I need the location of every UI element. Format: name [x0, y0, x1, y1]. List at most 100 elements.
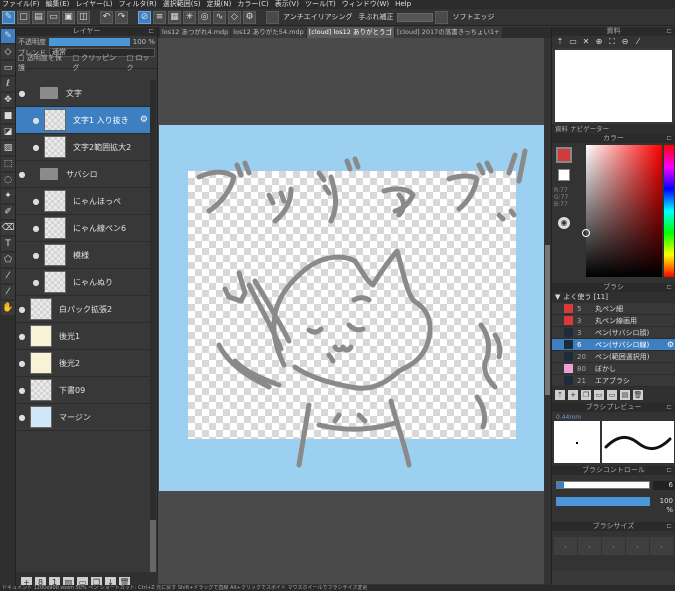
- select-eraser-icon[interactable]: ⌫: [1, 221, 15, 235]
- protect-alpha-checkbox[interactable]: □ 透明度を保護: [18, 53, 66, 73]
- materials-preview[interactable]: [555, 50, 672, 122]
- brush-size-cell[interactable]: ,: [578, 537, 601, 555]
- clipping-checkbox[interactable]: □ クリッピング: [72, 53, 120, 73]
- magic-wand-icon[interactable]: ✦: [1, 189, 15, 203]
- menu-item[interactable]: ツール(T): [305, 0, 336, 9]
- brush-item[interactable]: 20 ペン(範囲選択用): [552, 351, 675, 363]
- brush-mode-icon[interactable]: ✎: [2, 10, 15, 24]
- brush-size-cell[interactable]: ,: [554, 537, 577, 555]
- layer-row[interactable]: ● 下書09: [16, 377, 150, 404]
- brush-item[interactable]: 80 ぼかし: [552, 363, 675, 375]
- lasso-select-icon[interactable]: ◌: [1, 173, 15, 187]
- brush-paste-icon[interactable]: ▤: [620, 390, 630, 400]
- rect-select-icon[interactable]: ⬚: [1, 157, 15, 171]
- layer-row[interactable]: ● 後光2: [16, 350, 150, 377]
- visibility-eye-icon[interactable]: ●: [16, 413, 28, 422]
- brush-size-slider[interactable]: [556, 481, 650, 489]
- brush-item[interactable]: 21 エアブラシ: [552, 375, 675, 387]
- layer-row[interactable]: ● 白パック拡張2: [16, 296, 150, 323]
- opacity-slider[interactable]: [49, 37, 130, 46]
- visibility-eye-icon[interactable]: ●: [30, 116, 42, 125]
- brush-delete-icon[interactable]: 🗑: [633, 390, 643, 400]
- hand-tool-icon[interactable]: ✋: [1, 301, 15, 315]
- menu-item[interactable]: 表示(V): [275, 0, 299, 9]
- palette-icon[interactable]: ◉: [558, 217, 570, 229]
- layer-scrollbar[interactable]: [150, 80, 156, 591]
- brush-group-header[interactable]: ▼ よく使う [11]: [552, 292, 675, 303]
- new-file-icon[interactable]: ▢: [17, 10, 30, 24]
- visibility-eye-icon[interactable]: ●: [16, 386, 28, 395]
- layer-row[interactable]: ● 文字2範囲拡大2: [16, 134, 150, 161]
- canvas[interactable]: [159, 125, 544, 491]
- main-color-swatch[interactable]: [556, 147, 572, 163]
- document-tab[interactable]: [cloud] 2017の落書きっちょい1+: [394, 27, 502, 38]
- eraser-tool-icon[interactable]: ◇: [1, 45, 15, 59]
- menu-item[interactable]: 選択範囲(S): [163, 0, 201, 9]
- visibility-eye-icon[interactable]: ●: [16, 89, 28, 98]
- layer-settings-icon[interactable]: ⚙: [140, 115, 148, 125]
- menu-item[interactable]: カラー(C): [237, 0, 268, 9]
- snap-radial-icon[interactable]: ✳: [183, 10, 196, 24]
- panel-pin-icon[interactable]: ⊏: [148, 27, 154, 36]
- zoom-out-icon[interactable]: ⊖: [620, 37, 630, 47]
- brush-size-value[interactable]: 6: [653, 481, 675, 490]
- menu-item[interactable]: ファイル(F): [2, 0, 40, 9]
- menu-item[interactable]: ウィンドウ(W): [342, 0, 389, 9]
- hue-slider[interactable]: [664, 145, 674, 277]
- layer-row[interactable]: ● にゃんほっぺ: [16, 188, 150, 215]
- save-icon[interactable]: ▣: [62, 10, 75, 24]
- color-cursor[interactable]: [582, 229, 590, 237]
- layer-row[interactable]: ● にゃんぬり: [16, 269, 150, 296]
- brush-item[interactable]: 5 丸ペン細: [552, 303, 675, 315]
- visibility-eye-icon[interactable]: ●: [16, 332, 28, 341]
- layer-row[interactable]: ● 文字: [16, 80, 150, 107]
- saturation-value-picker[interactable]: [586, 145, 662, 277]
- bucket-tool-icon[interactable]: ◪: [1, 125, 15, 139]
- document-tab[interactable]: los12 あつがれ4.mdp: [160, 27, 231, 38]
- brush-group-icon[interactable]: ▭: [594, 390, 604, 400]
- brush-upload-icon[interactable]: ⇡: [555, 390, 565, 400]
- snap-parallel-icon[interactable]: ≡: [153, 10, 166, 24]
- visibility-eye-icon[interactable]: ●: [30, 143, 42, 152]
- snap-settings-icon[interactable]: ⚙: [243, 10, 256, 24]
- menu-item[interactable]: フィルタ(R): [119, 0, 157, 9]
- soft-edge-checkbox[interactable]: [435, 10, 449, 24]
- eyedropper2-tool-icon[interactable]: ⁄: [1, 285, 15, 299]
- visibility-eye-icon[interactable]: ●: [30, 278, 42, 287]
- divide-tool-icon[interactable]: ⬠: [1, 253, 15, 267]
- panel-pin-icon[interactable]: ⊏: [666, 134, 672, 143]
- layer-row[interactable]: ● マージン: [16, 404, 150, 431]
- antialias-checkbox[interactable]: [266, 10, 279, 24]
- close-icon[interactable]: ✕: [581, 37, 591, 47]
- panel-pin-icon[interactable]: ⊏: [666, 466, 672, 475]
- brush-add-icon[interactable]: +: [568, 390, 578, 400]
- snap-off-icon[interactable]: ⊘: [138, 10, 151, 24]
- sub-color-swatch[interactable]: [558, 169, 570, 181]
- document-tab[interactable]: [cloud] los12 ありがとうゴ: [306, 27, 394, 38]
- menu-item[interactable]: 編集(E): [46, 0, 70, 9]
- open-file-icon[interactable]: ▤: [32, 10, 45, 24]
- comment-icon[interactable]: ▭: [47, 10, 60, 24]
- lasso-tool-icon[interactable]: ℓ: [1, 77, 15, 91]
- eyedropper-tool-icon[interactable]: ⁄: [1, 269, 15, 283]
- brush-size-cell[interactable]: ,: [602, 537, 625, 555]
- brush-settings-icon[interactable]: ⚙: [667, 340, 674, 349]
- layer-row[interactable]: ● にゃん線ペン6: [16, 215, 150, 242]
- collapse-arrow-icon[interactable]: ▼: [555, 292, 560, 303]
- vertical-scrollbar-thumb[interactable]: [545, 245, 550, 395]
- share-icon[interactable]: ◫: [77, 10, 90, 24]
- move-tool-icon[interactable]: ✥: [1, 93, 15, 107]
- layer-row[interactable]: ● 後光1: [16, 323, 150, 350]
- canvas-vertical-scrollbar[interactable]: [544, 38, 551, 591]
- undo-icon[interactable]: ↶: [100, 10, 113, 24]
- stabilizer-slider[interactable]: [397, 12, 434, 22]
- select-pen-icon[interactable]: ✐: [1, 205, 15, 219]
- brush-item[interactable]: 3 ペン(サバシロ顔): [552, 327, 675, 339]
- visibility-eye-icon[interactable]: ●: [16, 305, 28, 314]
- visibility-eye-icon[interactable]: ●: [30, 197, 42, 206]
- layer-row[interactable]: ● 文字1 入り抜き ⚙: [16, 107, 150, 134]
- panel-pin-icon[interactable]: ⊏: [666, 403, 672, 412]
- select-tool-icon[interactable]: ▭: [1, 61, 15, 75]
- menu-item[interactable]: Help: [395, 0, 411, 9]
- brush-item[interactable]: 6 ペン(サバシロ線) ⚙: [552, 339, 675, 351]
